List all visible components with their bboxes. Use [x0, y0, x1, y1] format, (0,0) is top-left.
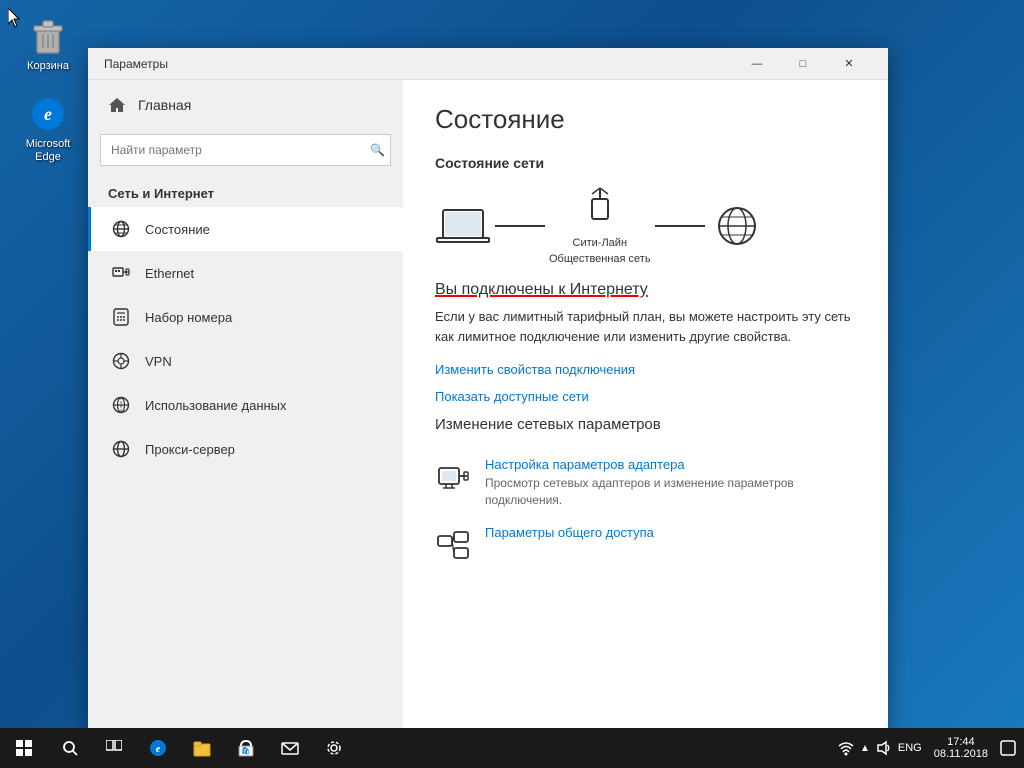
- recycle-bin-icon: [28, 16, 68, 56]
- taskbar-search-button[interactable]: [48, 728, 92, 768]
- search-icon: 🔍: [370, 143, 385, 157]
- window-controls: — □ ✕: [734, 48, 872, 80]
- edge-label: Microsoft Edge: [16, 138, 80, 164]
- svg-text:🛍: 🛍: [242, 746, 251, 755]
- adapter-settings-item: Настройка параметров адаптера Просмотр с…: [435, 449, 856, 517]
- taskbar-settings-button[interactable]: [312, 728, 356, 768]
- task-view-button[interactable]: [92, 728, 136, 768]
- sharing-title-link[interactable]: Параметры общего доступа: [485, 525, 654, 540]
- change-section-title: Изменение сетевых параметров: [435, 416, 856, 433]
- svg-text:e: e: [44, 104, 52, 124]
- network-type-label: Общественная сеть: [549, 253, 651, 265]
- adapter-title-link[interactable]: Настройка параметров адаптера: [485, 457, 856, 472]
- desktop: Корзина e Microsoft Edge Параметры — □ ✕: [0, 0, 1024, 768]
- adapter-icon: [435, 459, 471, 495]
- sharing-icon: [435, 527, 471, 563]
- start-button[interactable]: [0, 728, 48, 768]
- network-status-title: Состояние сети: [435, 155, 856, 171]
- windows-icon: [16, 740, 32, 756]
- window-title: Параметры: [104, 57, 734, 71]
- recycle-bin-label: Корзина: [27, 60, 69, 73]
- taskbar-edge-icon: e: [149, 739, 167, 757]
- window-titlebar: Параметры — □ ✕: [88, 48, 888, 80]
- sidebar-item-dialup-label: Набор номера: [145, 310, 232, 325]
- sidebar-section-title: Сеть и Интернет: [88, 178, 403, 207]
- taskbar-clock[interactable]: 17:44 08.11.2018: [928, 734, 994, 762]
- sidebar-item-dialup[interactable]: Набор номера: [88, 295, 403, 339]
- sidebar-home-label: Главная: [138, 97, 191, 113]
- globe-icon-status: [111, 219, 131, 239]
- sidebar-item-ethernet-label: Ethernet: [145, 266, 194, 281]
- taskbar-settings-icon: [325, 739, 343, 757]
- data-usage-icon: [111, 395, 131, 415]
- language-label[interactable]: ENG: [898, 742, 922, 754]
- taskbar-search-icon: [62, 740, 78, 756]
- network-name-label: Сити-Лайн: [573, 237, 628, 249]
- adapter-settings-text: Настройка параметров адаптера Просмотр с…: [485, 457, 856, 509]
- internet-globe-icon: [709, 204, 765, 248]
- sidebar-home[interactable]: Главная: [88, 80, 403, 130]
- sidebar-item-status[interactable]: Состояние: [88, 207, 403, 251]
- clock-date: 08.11.2018: [934, 748, 988, 760]
- taskbar-explorer-icon: [193, 739, 211, 757]
- window-body: Главная 🔍 Сеть и Интернет: [88, 80, 888, 728]
- network-tray-icon[interactable]: [838, 740, 854, 756]
- sharing-settings-text: Параметры общего доступа: [485, 525, 654, 543]
- taskbar-mail-icon: [281, 739, 299, 757]
- phone-icon: [111, 307, 131, 327]
- sidebar-item-vpn[interactable]: VPN: [88, 339, 403, 383]
- sharing-settings-item: Параметры общего доступа: [435, 517, 856, 571]
- edge-icon: e: [28, 94, 68, 134]
- desktop-icon-recycle[interactable]: Корзина: [12, 12, 84, 77]
- proxy-icon: [111, 439, 131, 459]
- taskbar-store-button[interactable]: 🛍: [224, 728, 268, 768]
- taskbar: e 🛍: [0, 728, 1024, 768]
- sidebar-item-status-label: Состояние: [145, 222, 210, 237]
- connected-text: Вы подключены к Интернету: [435, 281, 856, 299]
- task-view-icon: [106, 740, 122, 756]
- info-text: Если у вас лимитный тарифный план, вы мо…: [435, 307, 855, 346]
- sidebar-item-data-usage[interactable]: Использование данных: [88, 383, 403, 427]
- up-arrow-icon[interactable]: ▲: [860, 743, 870, 754]
- search-input[interactable]: [100, 134, 391, 166]
- connector-2: [655, 225, 705, 227]
- sidebar-item-data-label: Использование данных: [145, 398, 287, 413]
- desktop-icon-edge[interactable]: e Microsoft Edge: [12, 90, 84, 168]
- home-icon: [108, 96, 126, 114]
- taskbar-store-icon: 🛍: [237, 739, 255, 757]
- ethernet-icon: [111, 263, 131, 283]
- settings-window: Параметры — □ ✕ Главная: [88, 48, 888, 728]
- sidebar-search-container: 🔍: [100, 134, 391, 166]
- change-properties-link[interactable]: Изменить свойства подключения: [435, 362, 856, 377]
- adapter-desc: Просмотр сетевых адаптеров и изменение п…: [485, 475, 856, 509]
- maximize-button[interactable]: □: [780, 48, 826, 80]
- vpn-icon: [111, 351, 131, 371]
- taskbar-right: ▲ ENG 17:44 08.11.2018: [830, 728, 1024, 768]
- taskbar-edge-button[interactable]: e: [136, 728, 180, 768]
- close-button[interactable]: ✕: [826, 48, 872, 80]
- main-content: Состояние Состояние сети: [403, 80, 888, 728]
- sidebar-item-vpn-label: VPN: [145, 354, 172, 369]
- sidebar: Главная 🔍 Сеть и Интернет: [88, 80, 403, 728]
- sidebar-item-proxy[interactable]: Прокси-сервер: [88, 427, 403, 471]
- taskbar-explorer-button[interactable]: [180, 728, 224, 768]
- show-available-networks-link[interactable]: Показать доступные сети: [435, 389, 856, 404]
- taskbar-mail-button[interactable]: [268, 728, 312, 768]
- laptop-icon: [435, 204, 491, 248]
- sidebar-item-proxy-label: Прокси-сервер: [145, 442, 235, 457]
- notification-icon[interactable]: [1000, 740, 1016, 756]
- sidebar-item-ethernet[interactable]: Ethernet: [88, 251, 403, 295]
- network-diagram: Сити-Лайн Общественная сеть: [435, 187, 856, 265]
- minimize-button[interactable]: —: [734, 48, 780, 80]
- page-title: Состояние: [435, 104, 856, 135]
- svg-text:e: e: [156, 744, 161, 755]
- connector-1: [495, 225, 545, 227]
- volume-icon[interactable]: [876, 740, 892, 756]
- clock-time: 17:44: [947, 736, 975, 748]
- router-icon: Сити-Лайн Общественная сеть: [549, 187, 651, 265]
